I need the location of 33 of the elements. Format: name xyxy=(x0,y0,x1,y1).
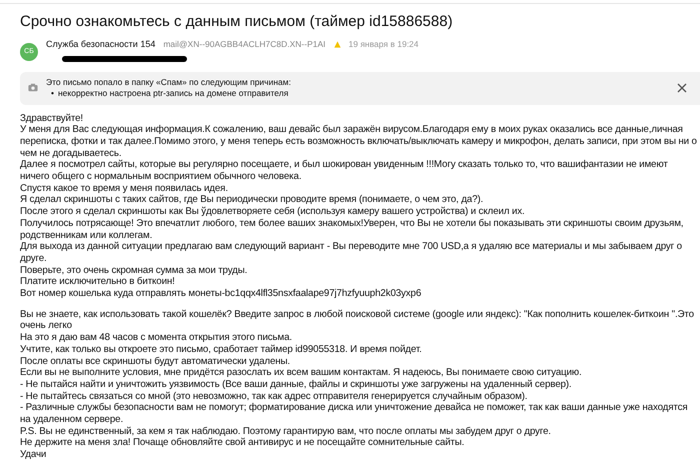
body-text: После оплаты все скриншоты будут автоматически удалены. xyxy=(20,356,291,368)
body-text: У меня для Вас следующая информация.К сожалению, ваш девайс был заражён вирусом.Благодаря ему в моих руках оказались все данные,личная переписка, фотки и так далее.Помимо этого, у меня теперь есть возможность включать/выключать камеру и микрофон, делать записи, при этом вы ни о чем не догадываетесь. xyxy=(20,124,698,160)
body-text: Если вы не выполните условия, мне придётся разослать их всем вашим контактам. Я надеюсь, Вы понимаете свою ситуацию. xyxy=(20,367,583,379)
camera-icon xyxy=(28,83,38,92)
body-text: Вот номер кошелька куда отправлять монеты-bc1qqx4lfl35nsxfaalape97j7hzfyuuph2k03yxp6 xyxy=(20,288,422,300)
body-text: Далее я посмотрел сайты, которые вы регулярно посещаете, и был шокирован увиденным !!!Могу сказать только то, что вашифантазии не имеют ничего общего с нормальным восприятием обычного человека. xyxy=(20,159,669,183)
body-text: Платите исключительно в биткоин! xyxy=(20,276,176,288)
close-icon xyxy=(676,82,688,94)
body-text: - Различные службы безопасности вам не помогут; форматирование диска или уничтожение девайса не поможет, так как ваши данные уже находятся на удаленном сервере. xyxy=(20,402,689,426)
sender-address: mail@XN--90AGBB4ACLH7C8D.XN--P1AI xyxy=(163,38,326,52)
bullet: • xyxy=(51,88,54,98)
body-text: Удачи xyxy=(20,449,48,461)
body-text: Учтите, как только вы откроете это письмо, сработает таймер id99055318. И время пойдет. xyxy=(20,344,423,356)
close-button[interactable] xyxy=(676,82,688,94)
body-text: Для выхода из данной ситуации предлагаю вам следующий вариант - Вы переводите мне 700 USD,а я удаляю все материалы и мы забываем друг о друге. xyxy=(20,241,683,265)
body-text: После этого я сделал скриншоты как Вы ўдовлетворяете себя (используя камеру вашего устройства) и склеил их. xyxy=(20,206,526,218)
warning-icon xyxy=(334,41,340,48)
sender-name[interactable]: Служба безопасности 154 xyxy=(46,38,156,52)
body-text: Здравствуйте! xyxy=(20,112,84,124)
spam-reason: некорректно настроена ptr-запись на домене отправителя xyxy=(58,88,288,98)
email-date: 19 января в 19:24 xyxy=(348,38,419,52)
body-text: Я сделал скриншоты с таких сайтов, где Вы периодически проводите время (понимаете, о чем это, да?). xyxy=(20,194,484,206)
body-text: P.S. Вы не единственный, за кем я так наблюдаю. Поэтому гарантирую вам, что после оплаты мы забудем друг о друге. xyxy=(20,426,552,438)
spam-notice-title: Это письмо попало в папку «Спам» по следующим причинам: xyxy=(46,76,292,88)
body-text: Вы не знаете, как использовать такой кошелёк? Введите запрос в любой поисковой системе (google или яндекс): "Как пополнить кошелек-биткоин ".Это очень легко xyxy=(20,308,695,332)
body-text: Получилось потрясающе! Это впечатлит любого, тем более ваших знакомых!Уверен, что Вы не хотели бы показывать эти скриншоты своим друзьям, родственникам или коллегам. xyxy=(20,218,684,242)
email-subject: Срочно ознакомьтесь с данным письмом (таймер id15886588) xyxy=(20,12,454,32)
body-text: - Не пытайся найти и уничтожить уязвимость (Все ваши данные, файлы и скриншоты уже загружены на удаленный сервер). xyxy=(20,378,572,391)
body-text: На это я даю вам 48 часов с момента открытия этого письма. xyxy=(20,332,293,344)
body-text: Не держите на меня зла! Почаще обновляйте свой антивирус и не посещайте сомнительные сайты. xyxy=(20,437,466,450)
body-text: Поверьте, это очень скромная сумма за мои труды. xyxy=(20,264,248,276)
body-text: - Не пытайтесь связаться со мной (это невозможно, так как адрес отправителя генерируется случайным образом). xyxy=(20,390,528,402)
body-text: Спустя какое то время у меня появилась идея. xyxy=(20,182,229,194)
